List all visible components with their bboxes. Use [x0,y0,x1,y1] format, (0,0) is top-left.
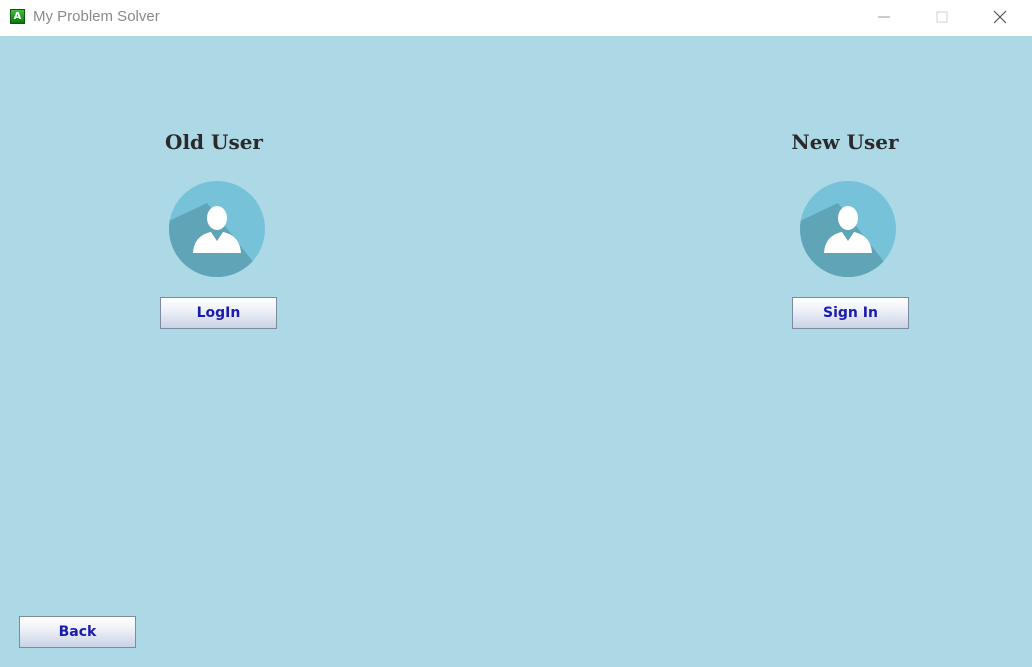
main-panel: Old User LogIn New User Sign In Back [0,36,1032,667]
back-button[interactable]: Back [19,616,136,648]
close-icon [993,10,1007,24]
minimize-icon [878,16,890,18]
close-button[interactable] [977,0,1023,34]
maximize-icon [936,11,948,23]
user-avatar-icon [800,181,896,277]
sign-in-button[interactable]: Sign In [792,297,909,329]
login-button[interactable]: LogIn [160,297,277,329]
old-user-heading: Old User [165,130,263,154]
window-title: My Problem Solver [33,8,160,25]
user-avatar-icon [169,181,265,277]
app-icon: A [10,9,25,24]
new-user-heading: New User [791,130,899,154]
title-bar: A My Problem Solver [0,0,1032,36]
maximize-button[interactable] [919,0,965,34]
minimize-button[interactable] [861,0,907,34]
